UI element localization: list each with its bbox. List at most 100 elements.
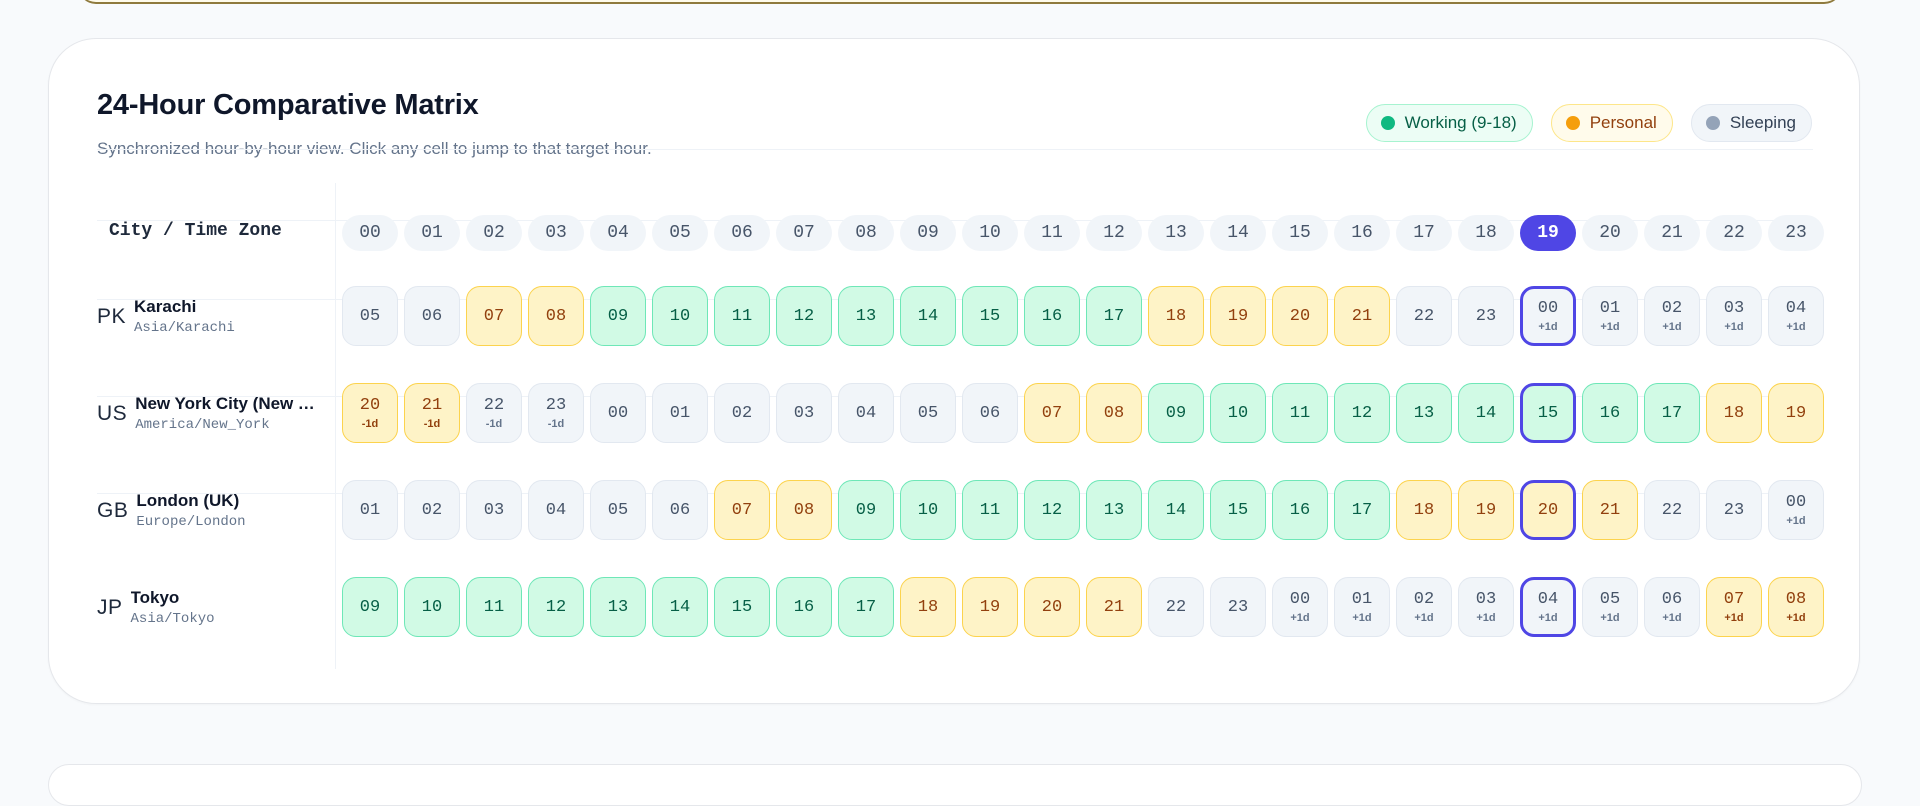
hour-cell[interactable]: 15 <box>962 286 1018 346</box>
hour-cell[interactable]: 22 -1d <box>466 383 522 443</box>
hour-cell[interactable]: 21 <box>1582 480 1638 540</box>
hour-header-11[interactable]: 11 <box>1024 215 1080 251</box>
hour-cell[interactable]: 15 <box>714 577 770 637</box>
hour-cell[interactable]: 09 <box>838 480 894 540</box>
hour-header-19[interactable]: 19 <box>1520 215 1576 251</box>
hour-cell[interactable]: 21 <box>1086 577 1142 637</box>
hour-header-08[interactable]: 08 <box>838 215 894 251</box>
hour-cell[interactable]: 14 <box>1458 383 1514 443</box>
hour-cell[interactable]: 10 <box>900 480 956 540</box>
hour-cell[interactable]: 21 -1d <box>404 383 460 443</box>
hour-cell[interactable]: 15 <box>1210 480 1266 540</box>
hour-cell[interactable]: 20 <box>1024 577 1080 637</box>
hour-cell[interactable]: 06 <box>404 286 460 346</box>
hour-header-03[interactable]: 03 <box>528 215 584 251</box>
hour-header-22[interactable]: 22 <box>1706 215 1762 251</box>
hour-cell[interactable]: 13 <box>838 286 894 346</box>
hour-cell[interactable]: 04 <box>838 383 894 443</box>
hour-header-06[interactable]: 06 <box>714 215 770 251</box>
hour-cell[interactable]: 05 <box>900 383 956 443</box>
hour-cell[interactable]: 09 <box>342 577 398 637</box>
hour-cell[interactable]: 03 +1d <box>1458 577 1514 637</box>
hour-cell[interactable]: 09 <box>1148 383 1204 443</box>
hour-cell[interactable]: 18 <box>1148 286 1204 346</box>
hour-header-15[interactable]: 15 <box>1272 215 1328 251</box>
hour-cell[interactable]: 08 <box>776 480 832 540</box>
hour-cell[interactable]: 02 +1d <box>1396 577 1452 637</box>
hour-cell[interactable]: 10 <box>1210 383 1266 443</box>
hour-cell[interactable]: 13 <box>1396 383 1452 443</box>
hour-cell[interactable]: 08 <box>528 286 584 346</box>
hour-header-17[interactable]: 17 <box>1396 215 1452 251</box>
hour-cell[interactable]: 09 <box>590 286 646 346</box>
hour-header-21[interactable]: 21 <box>1644 215 1700 251</box>
hour-cell[interactable]: 13 <box>590 577 646 637</box>
hour-cell[interactable]: 11 <box>714 286 770 346</box>
hour-cell[interactable]: 17 <box>1086 286 1142 346</box>
hour-cell[interactable]: 12 <box>1024 480 1080 540</box>
hour-header-10[interactable]: 10 <box>962 215 1018 251</box>
hour-cell[interactable]: 04 +1d <box>1768 286 1824 346</box>
hour-header-01[interactable]: 01 <box>404 215 460 251</box>
hour-cell[interactable]: 00 +1d <box>1520 286 1576 346</box>
hour-cell[interactable]: 17 <box>1334 480 1390 540</box>
hour-header-05[interactable]: 05 <box>652 215 708 251</box>
hour-cell[interactable]: 19 <box>1768 383 1824 443</box>
hour-cell[interactable]: 01 <box>342 480 398 540</box>
hour-cell[interactable]: 01 +1d <box>1582 286 1638 346</box>
hour-cell[interactable]: 02 <box>714 383 770 443</box>
hour-header-07[interactable]: 07 <box>776 215 832 251</box>
hour-cell[interactable]: 01 +1d <box>1334 577 1390 637</box>
hour-header-18[interactable]: 18 <box>1458 215 1514 251</box>
hour-header-12[interactable]: 12 <box>1086 215 1142 251</box>
hour-cell[interactable]: 03 +1d <box>1706 286 1762 346</box>
hour-cell[interactable]: 06 <box>962 383 1018 443</box>
hour-cell[interactable]: 00 +1d <box>1768 480 1824 540</box>
hour-header-09[interactable]: 09 <box>900 215 956 251</box>
hour-cell[interactable]: 18 <box>1706 383 1762 443</box>
hour-cell[interactable]: 11 <box>466 577 522 637</box>
hour-cell[interactable]: 23 <box>1210 577 1266 637</box>
hour-cell[interactable]: 14 <box>900 286 956 346</box>
hour-header-20[interactable]: 20 <box>1582 215 1638 251</box>
hour-cell[interactable]: 14 <box>652 577 708 637</box>
hour-cell[interactable]: 22 <box>1396 286 1452 346</box>
hour-header-16[interactable]: 16 <box>1334 215 1390 251</box>
hour-header-00[interactable]: 00 <box>342 215 398 251</box>
hour-cell[interactable]: 07 <box>466 286 522 346</box>
hour-cell[interactable]: 11 <box>1272 383 1328 443</box>
hour-cell[interactable]: 16 <box>1582 383 1638 443</box>
hour-cell[interactable]: 23 <box>1706 480 1762 540</box>
hour-cell[interactable]: 13 <box>1086 480 1142 540</box>
hour-cell[interactable]: 19 <box>1458 480 1514 540</box>
hour-header-13[interactable]: 13 <box>1148 215 1204 251</box>
hour-cell[interactable]: 07 <box>1024 383 1080 443</box>
hour-header-14[interactable]: 14 <box>1210 215 1266 251</box>
hour-cell[interactable]: 15 <box>1520 383 1576 443</box>
hour-cell[interactable]: 20 <box>1272 286 1328 346</box>
hour-cell[interactable]: 14 <box>1148 480 1204 540</box>
hour-cell[interactable]: 06 +1d <box>1644 577 1700 637</box>
hour-cell[interactable]: 17 <box>838 577 894 637</box>
hour-cell[interactable]: 11 <box>962 480 1018 540</box>
hour-cell[interactable]: 04 <box>528 480 584 540</box>
hour-cell[interactable]: 07 <box>714 480 770 540</box>
hour-cell[interactable]: 16 <box>1272 480 1328 540</box>
hour-cell[interactable]: 23 <box>1458 286 1514 346</box>
hour-cell[interactable]: 08 <box>1086 383 1142 443</box>
hour-cell[interactable]: 10 <box>404 577 460 637</box>
hour-cell[interactable]: 05 +1d <box>1582 577 1638 637</box>
hour-cell[interactable]: 17 <box>1644 383 1700 443</box>
hour-cell[interactable]: 02 +1d <box>1644 286 1700 346</box>
hour-cell[interactable]: 12 <box>776 286 832 346</box>
hour-cell[interactable]: 22 <box>1148 577 1204 637</box>
hour-cell[interactable]: 20 -1d <box>342 383 398 443</box>
hour-header-23[interactable]: 23 <box>1768 215 1824 251</box>
hour-cell[interactable]: 20 <box>1520 480 1576 540</box>
hour-cell[interactable]: 05 <box>342 286 398 346</box>
hour-cell[interactable]: 19 <box>962 577 1018 637</box>
hour-cell[interactable]: 03 <box>466 480 522 540</box>
hour-cell[interactable]: 05 <box>590 480 646 540</box>
hour-cell[interactable]: 18 <box>900 577 956 637</box>
hour-cell[interactable]: 23 -1d <box>528 383 584 443</box>
